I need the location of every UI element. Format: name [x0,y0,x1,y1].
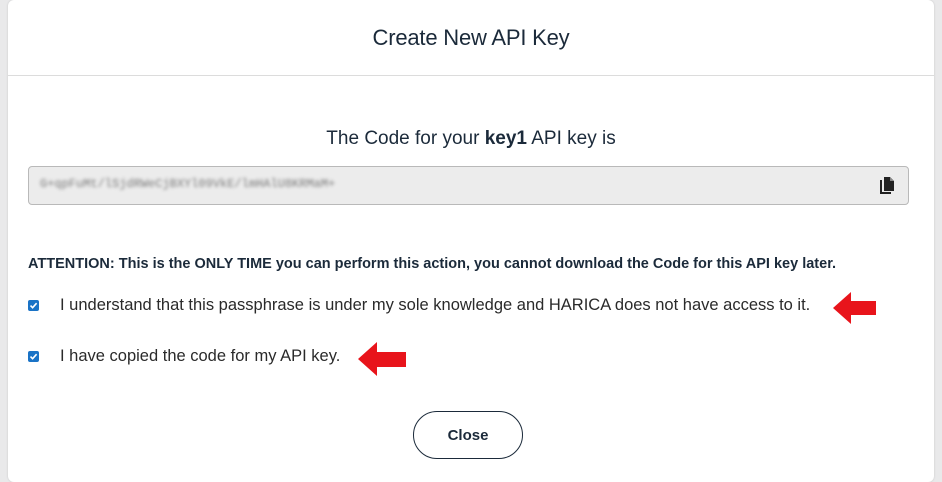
sole-knowledge-label[interactable]: I understand that this passphrase is und… [60,296,810,315]
dialog-header: Create New API Key [8,0,934,76]
key-code-heading: The Code for your key1 API key is [8,128,934,150]
copy-icon[interactable] [876,175,898,197]
red-arrow-icon [833,292,876,324]
key-name: key1 [484,128,527,149]
dialog-title: Create New API Key [372,24,570,50]
key-line-suffix: API key is [527,128,616,149]
copied-code-checkbox[interactable] [28,351,39,362]
close-button[interactable]: Close [413,411,523,459]
api-key-code-value[interactable]: G+qpFuMt/lSjdRWeCjBXYl09VkE/lmHAlU8KRMaM… [40,177,335,191]
copied-code-label[interactable]: I have copied the code for my API key. [60,347,340,366]
checkbox-row-sole-knowledge[interactable]: I understand that this passphrase is und… [28,296,810,315]
checkbox-row-copied-code[interactable]: I have copied the code for my API key. [28,347,340,366]
api-key-code-field[interactable]: G+qpFuMt/lSjdRWeCjBXYl09VkE/lmHAlU8KRMaM… [28,166,909,205]
key-line-prefix: The Code for your [326,128,485,149]
create-api-key-dialog: Create New API Key The Code for your key… [8,0,934,482]
sole-knowledge-checkbox[interactable] [28,300,39,311]
red-arrow-icon [358,342,406,376]
attention-notice: ATTENTION: This is the ONLY TIME you can… [28,256,837,272]
